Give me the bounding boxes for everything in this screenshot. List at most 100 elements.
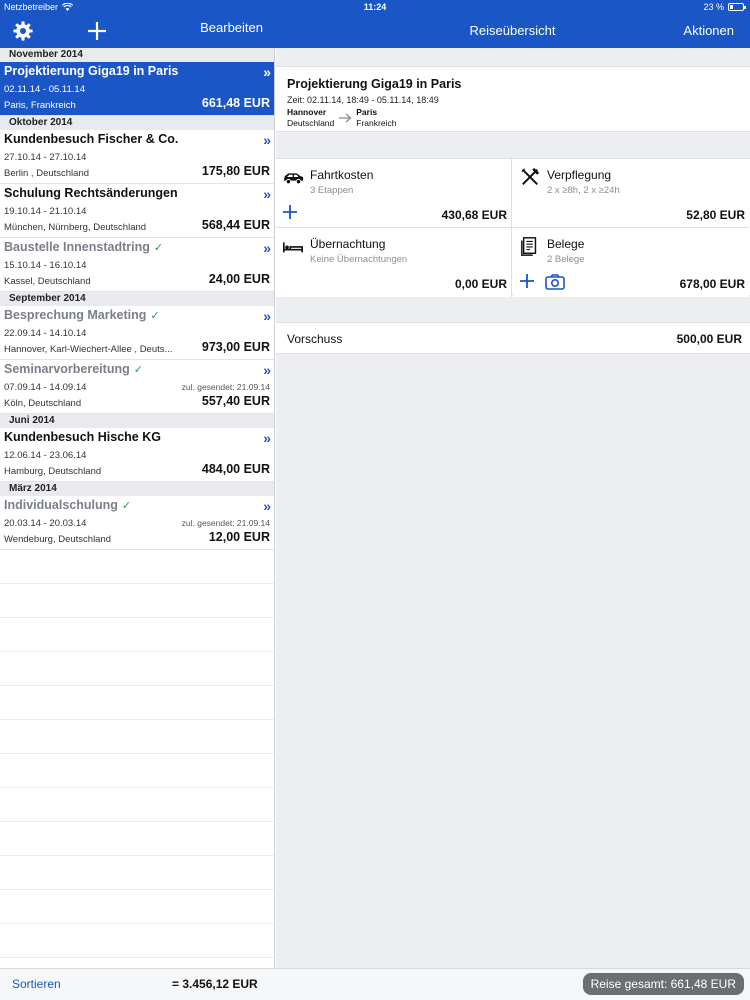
trip-name: Kundenbesuch Hische KG [4,430,161,444]
sort-button[interactable]: Sortieren [12,977,61,991]
camera-icon[interactable] [545,274,565,290]
trip-name: Schulung Rechtsänderungen [4,186,178,200]
trip-place: Köln, Deutschland [4,398,82,409]
trip-row[interactable]: Schulung Rechtsänderungen » 19.10.14 - 21.… [0,184,274,238]
trip-name-text: Seminarvorbereitung [4,362,130,376]
checkmark-icon: ✓ [150,310,160,322]
advance-label: Vorschuss [287,332,343,346]
battery-label: 23 % [703,2,724,12]
arrow-right-icon [334,107,356,129]
trip-name: Kundenbesuch Fischer & Co. [4,132,178,146]
route-to-city: Paris [356,107,378,117]
trip-time: Zeit: 02.11.14, 18:49 - 05.11.14, 18:49 [287,95,439,105]
trip-row[interactable]: Kundenbesuch Fischer & Co. » 27.10.14 - 27… [0,130,274,184]
trip-name: Baustelle Innenstadtring ✓ [4,240,163,254]
route-from-country: Deutschland [287,118,335,128]
section-header: September 2014 [0,292,274,306]
advance-amount: 500,00 EUR [676,332,742,346]
double-chevron-icon[interactable]: » [263,498,271,514]
travel-costs-label: Fahrtkosten [310,168,374,182]
lodging-amount: 0,00 EUR [454,277,507,291]
empty-row [0,958,274,968]
empty-row [0,890,274,924]
travel-costs-sub: 3 Etappen [310,185,354,196]
status-bar: Netzbetreiber 11:24 23 % [0,0,750,14]
trip-row[interactable]: Kundenbesuch Hische KG » 12.06.14 - 23.06.… [0,428,274,482]
section-header: März 2014 [0,482,274,496]
trip-name-text: Projektierung Giga19 in Paris [4,64,179,78]
bed-icon [283,242,303,253]
trip-name-text: Kundenbesuch Fischer & Co. [4,132,179,146]
trip-row[interactable]: Individualschulung ✓ » 20.03.14 - 20.03.14 z… [0,496,274,550]
double-chevron-icon[interactable]: » [263,240,271,256]
trip-dates: 07.09.14 - 14.09.14 [4,382,87,393]
trip-amount: 661,48 EUR [201,96,270,110]
gear-icon [13,21,33,41]
trip-row[interactable]: Projektierung Giga19 in Paris » 02.11.14 -… [0,62,274,116]
trip-dates: 15.10.14 - 16.10.14 [4,260,87,271]
add-trip-button[interactable] [84,18,110,44]
trip-place: Paris, Frankreich [4,100,76,111]
settings-button[interactable] [10,18,36,44]
double-chevron-icon[interactable]: » [263,430,271,446]
trip-row[interactable]: Besprechung Marketing ✓ » 22.09.14 - 14.10.… [0,306,274,360]
trip-dates: 19.10.14 - 21.10.14 [4,206,87,217]
car-icon [283,173,304,185]
lodging-label: Übernachtung [310,237,386,251]
trip-total-badge: Reise gesamt: 661,48 EUR [582,973,744,995]
trip-place: Hamburg, Deutschland [4,466,102,477]
edit-button[interactable]: Bearbeiten [200,20,263,35]
double-chevron-icon[interactable]: » [263,308,271,324]
empty-row [0,754,274,788]
empty-row [0,856,274,890]
empty-row [0,720,274,754]
top-bar: Netzbetreiber 11:24 23 % Bearbeiten Reis… [0,0,750,48]
double-chevron-icon[interactable]: » [263,64,271,80]
trip-place: München, Nürnberg, Deutschland [4,222,147,233]
travel-costs-tile[interactable]: Fahrtkosten 3 Etappen 430,68 EUR [276,159,512,228]
trip-name-text: Kundenbesuch Hische KG [4,430,161,444]
route-from: Hannover Deutschland [287,107,334,129]
receipts-tile[interactable]: Belege 2 Belege 678,00 EUR [513,228,749,297]
detail-title: Reiseübersicht [469,23,556,38]
empty-row [0,652,274,686]
section-header: November 2014 [0,48,274,62]
double-chevron-icon[interactable]: » [263,362,271,378]
route-to: Paris Frankreich [356,107,396,129]
detail-navbar: Reiseübersicht Aktionen [275,14,750,48]
trip-name: Seminarvorbereitung ✓ [4,362,143,376]
trip-row[interactable]: Baustelle Innenstadtring ✓ » 15.10.14 - 16.… [0,238,274,292]
trip-amount: 175,80 EUR [201,164,270,178]
empty-row [0,788,274,822]
trip-amount: 484,00 EUR [201,462,270,476]
trip-name-text: Schulung Rechtsänderungen [4,186,178,200]
actions-button[interactable]: Aktionen [683,23,734,38]
list-navbar: Bearbeiten [0,14,275,48]
meals-tile[interactable]: Verpflegung 2 x ≥8h, 2 x ≥24h 52,80 EUR [513,159,749,228]
receipts-amount: 678,00 EUR [679,277,745,291]
trip-route: Hannover Deutschland Paris Frankreich [287,107,396,129]
double-chevron-icon[interactable]: » [263,132,271,148]
trip-dates: 20.03.14 - 20.03.14 [4,518,87,529]
travel-costs-amount: 430,68 EUR [441,208,507,222]
trip-header[interactable]: Projektierung Giga19 in Paris Zeit: 02.1… [276,66,750,132]
lodging-tile[interactable]: Übernachtung Keine Übernachtungen 0,00 E… [276,228,512,297]
receipts-label: Belege [547,237,585,251]
status-time: 11:24 [363,2,387,12]
trip-amount: 973,00 EUR [201,340,270,354]
trip-row[interactable]: Seminarvorbereitung ✓ » 07.09.14 - 14.09.14… [0,360,274,414]
trip-amount: 568,44 EUR [201,218,270,232]
receipt-icon [521,237,537,256]
double-chevron-icon[interactable]: » [263,186,271,202]
meals-amount: 52,80 EUR [686,208,745,222]
trip-name: Projektierung Giga19 in Paris [4,64,178,78]
meals-label: Verpflegung [547,168,612,182]
trip-dates: 22.09.14 - 14.10.14 [4,328,87,339]
route-from-city: Hannover [287,107,327,117]
add-receipt-button[interactable] [519,273,535,289]
add-travel-cost-button[interactable] [282,204,298,220]
trip-name-text: Baustelle Innenstadtring [4,240,150,254]
empty-row [0,924,274,958]
trip-list[interactable]: November 2014 Projektierung Giga19 in Par… [0,48,275,968]
advance-row[interactable]: Vorschuss 500,00 EUR [276,322,750,354]
